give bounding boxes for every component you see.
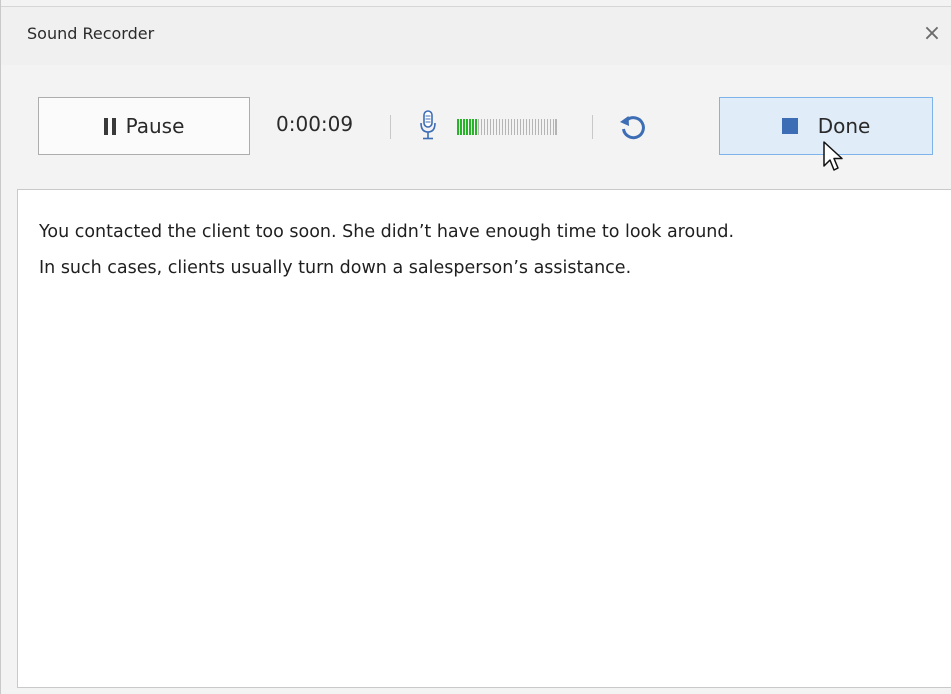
level-meter-bar (516, 119, 519, 135)
level-meter-bar (525, 119, 528, 135)
level-meter-bar (528, 119, 531, 135)
level-meter-bar (531, 119, 534, 135)
level-meter-bar (459, 119, 462, 135)
level-meter-bar (468, 119, 471, 135)
level-meter-bar (543, 119, 546, 135)
level-meter-bar (534, 119, 537, 135)
level-meter-bar (495, 119, 498, 135)
transcript-line: You contacted the client too soon. She d… (39, 222, 735, 242)
level-meter-bar (504, 119, 507, 135)
pause-icon (103, 117, 116, 135)
level-meter-bar (513, 119, 516, 135)
level-meter-bar (483, 119, 486, 135)
recorder-toolbar: Pause 0:00:09 Done (1, 65, 951, 189)
level-meter-bar (540, 119, 543, 135)
toolbar-divider (592, 115, 593, 139)
transcript-line: In such cases, clients usually turn down… (39, 258, 632, 278)
restart-icon[interactable] (617, 111, 649, 143)
level-meter-bar (492, 119, 495, 135)
level-meter-bar (480, 119, 483, 135)
title-bar: Sound Recorder × (1, 6, 951, 66)
transcript-area[interactable]: You contacted the client too soon. She d… (17, 189, 951, 688)
window-title: Sound Recorder (27, 24, 155, 43)
level-meter-bar (522, 119, 525, 135)
level-meter-bar (457, 119, 459, 135)
level-meter-bar (510, 119, 513, 135)
transcript-text: You contacted the client too soon. She d… (39, 214, 943, 286)
level-meter-bar (546, 119, 549, 135)
level-meter-bar (477, 119, 480, 135)
sound-recorder-window: Sound Recorder × Pause 0:00:09 Done You … (0, 0, 951, 694)
level-meter-bar (474, 119, 477, 135)
input-level-meter (457, 119, 558, 135)
toolbar-divider (390, 115, 391, 139)
level-meter-bar (471, 119, 474, 135)
level-meter-bar (486, 119, 489, 135)
close-button[interactable]: × (917, 19, 947, 49)
level-meter-bar (501, 119, 504, 135)
elapsed-time: 0:00:09 (276, 112, 354, 136)
level-meter-bar (555, 119, 558, 135)
pause-button[interactable]: Pause (38, 97, 250, 155)
level-meter-bar (519, 119, 522, 135)
stop-icon (781, 118, 798, 134)
level-meter-bar (507, 119, 510, 135)
level-meter-bar (537, 119, 540, 135)
level-meter-bar (489, 119, 492, 135)
done-button-label: Done (817, 114, 871, 138)
microphone-icon (420, 110, 436, 140)
level-meter-bar (462, 119, 465, 135)
level-meter-bar (552, 119, 555, 135)
level-meter-bar (549, 119, 552, 135)
pause-button-label: Pause (125, 114, 185, 138)
done-button[interactable]: Done (719, 97, 933, 155)
level-meter-bar (465, 119, 468, 135)
level-meter-bar (498, 119, 501, 135)
